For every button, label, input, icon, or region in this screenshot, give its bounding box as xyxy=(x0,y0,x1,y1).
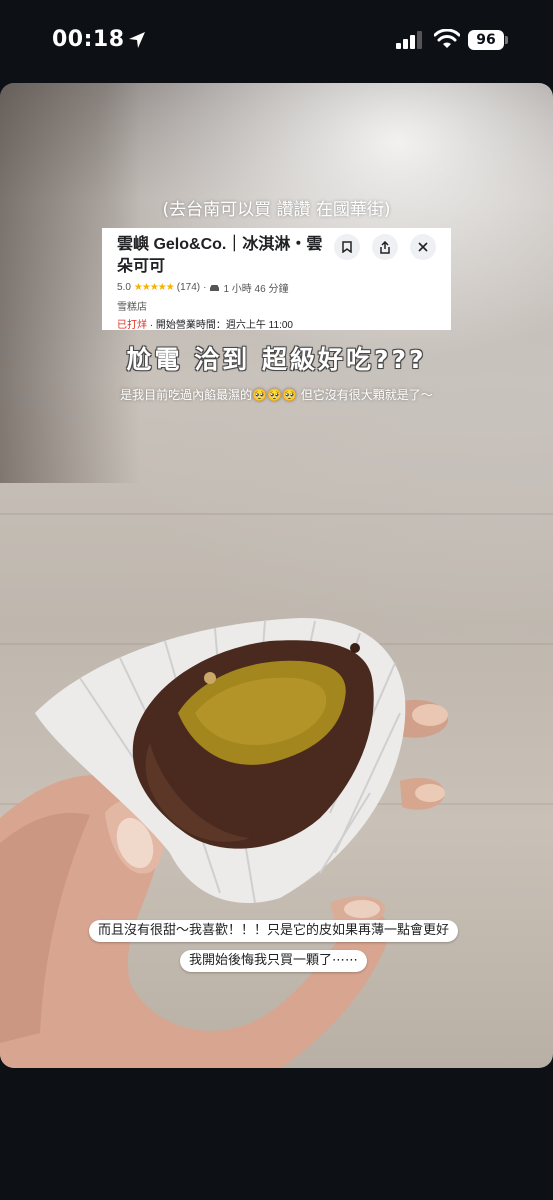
battery-icon: 96 xyxy=(468,30,504,50)
drive-time: 1 小時 46 分鐘 xyxy=(223,284,289,295)
post-headline: 尬電 洽到 超級好吃??? xyxy=(126,345,427,374)
signal-icon xyxy=(396,31,422,49)
separator-dot: · xyxy=(203,282,207,293)
wifi-icon xyxy=(434,29,460,48)
status-bar: 00:18 96 xyxy=(0,0,553,82)
caption-top: (去台南可以買 讚讚 在國華街) xyxy=(162,200,391,220)
rating-stars-icon: ★★★★★ xyxy=(133,282,175,293)
place-category: 雪糕店 xyxy=(117,302,147,313)
place-rating-row: 5.0 ★★★★★ (174) · 1 小時 46 分鐘 xyxy=(117,280,439,295)
post-subline: 是我目前吃過內餡最濕的🥺🥺🥺 但它沒有很大顆就是了～ xyxy=(120,388,433,402)
share-icon xyxy=(380,240,390,254)
text-bubble-1: 而且沒有很甜～我喜歡！！！只是它的皮如果再薄一點會更好 xyxy=(89,920,459,942)
separator-dot: · xyxy=(149,320,154,331)
status-time: 00:18 xyxy=(52,27,125,52)
close-icon xyxy=(418,242,428,252)
maps-place-card[interactable]: 雲嶼 Gelo&Co.｜冰淇淋・雲朵可可 5.0 ★★★★★ (174) · 1… xyxy=(102,228,451,331)
dessert-image xyxy=(0,617,449,1068)
text-bubble-2: 我開始後悔我只買一顆了⋯⋯ xyxy=(180,950,368,972)
location-arrow-icon xyxy=(129,32,145,48)
place-title: 雲嶼 Gelo&Co.｜冰淇淋・雲朵可可 xyxy=(117,236,323,275)
status-closed: 已打烊 xyxy=(117,320,147,331)
status-hours: 開始營業時間：週六上午 11:00 xyxy=(155,320,293,331)
close-button[interactable] xyxy=(410,234,436,260)
bookmark-icon xyxy=(342,241,352,253)
car-icon xyxy=(210,284,220,291)
review-count: (174) xyxy=(176,282,201,293)
floor-line xyxy=(0,513,553,515)
battery-tip xyxy=(505,36,508,44)
bookmark-button[interactable] xyxy=(334,234,360,260)
share-button[interactable] xyxy=(372,234,398,260)
rating-value: 5.0 xyxy=(117,282,131,293)
place-status: 已打烊 · 開始營業時間：週六上午 11:00 xyxy=(117,316,439,331)
